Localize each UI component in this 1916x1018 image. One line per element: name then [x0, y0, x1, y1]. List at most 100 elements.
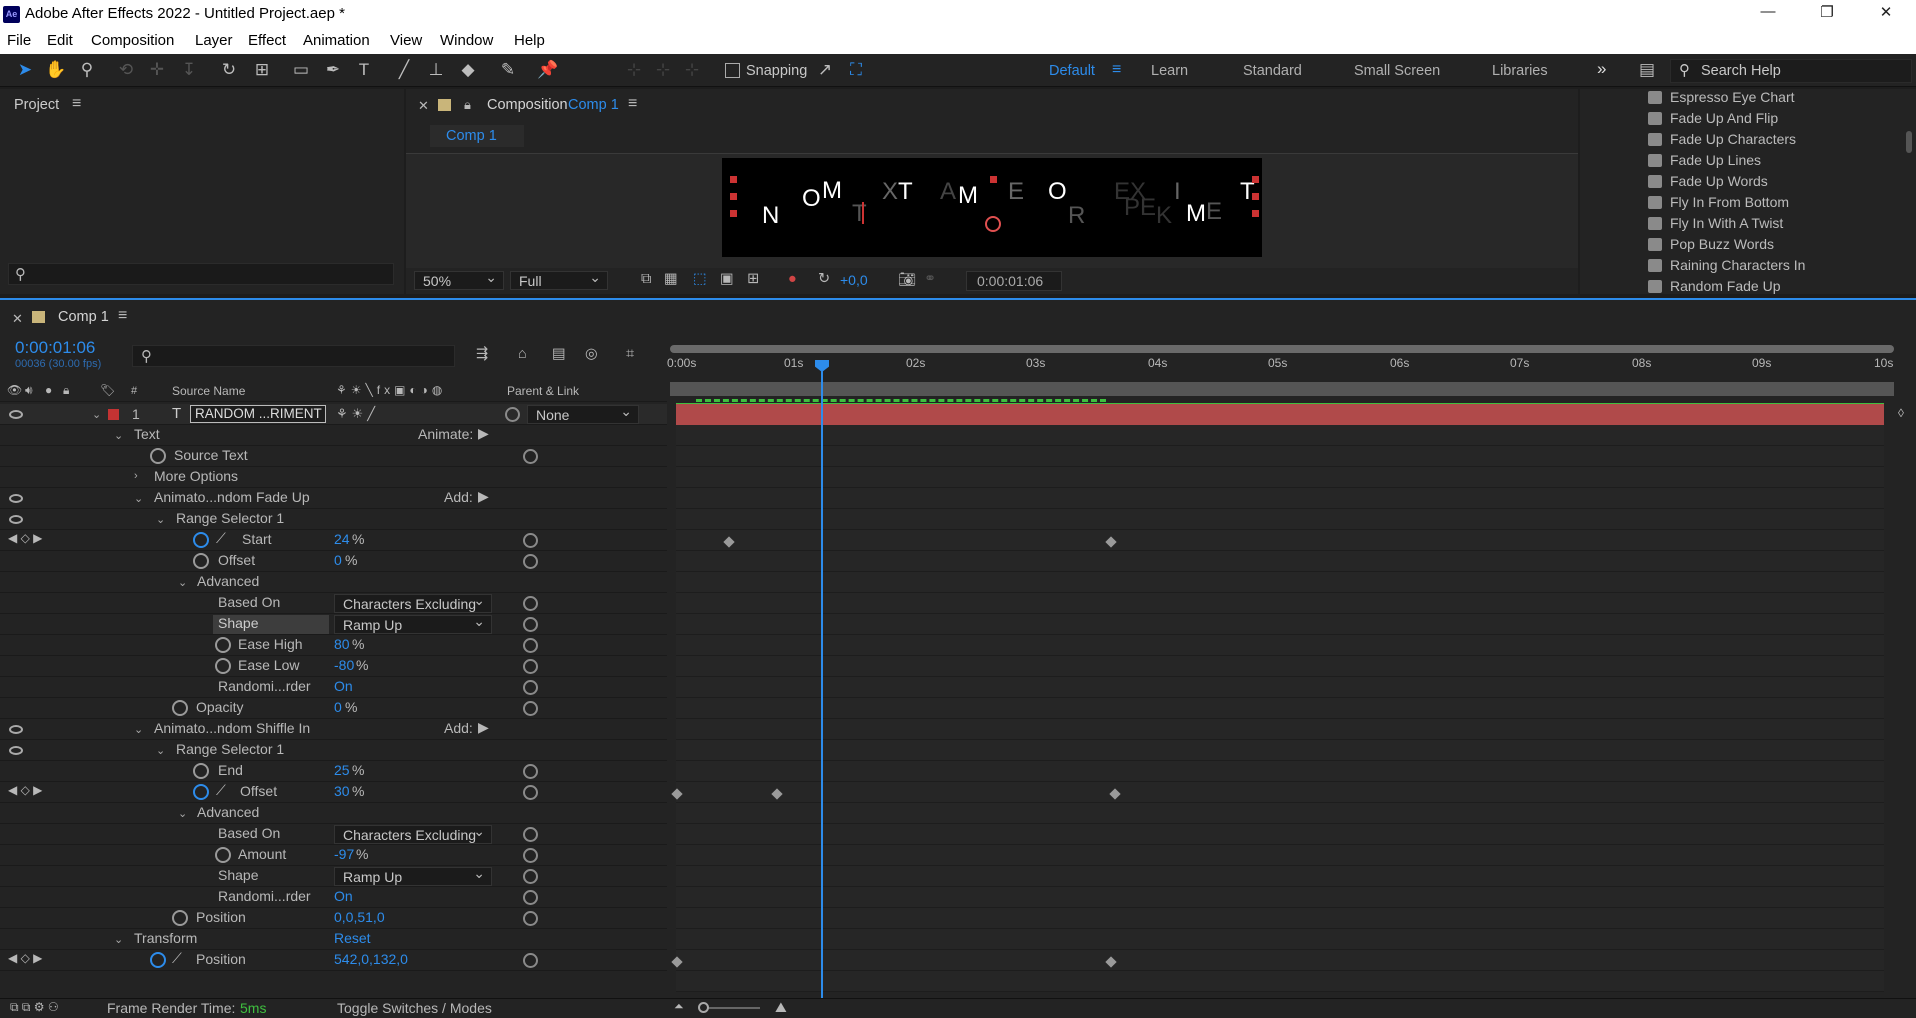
track-row[interactable]: [676, 509, 1884, 530]
project-panel-menu-icon[interactable]: ≡: [72, 95, 81, 113]
track-row[interactable]: [676, 551, 1884, 572]
exposure-value[interactable]: +0,0: [840, 272, 868, 288]
pick-whip-icon[interactable]: [523, 953, 538, 968]
snapping-checkbox[interactable]: [725, 63, 740, 78]
track-row[interactable]: [676, 614, 1884, 635]
stopwatch-icon[interactable]: [215, 847, 231, 863]
workspace-learn[interactable]: Learn: [1151, 63, 1188, 79]
workspace-small-screen[interactable]: Small Screen: [1354, 63, 1440, 79]
based-on-dropdown[interactable]: Characters Excluding: [334, 592, 492, 613]
pick-whip-icon[interactable]: [523, 617, 538, 632]
timeline-search-input[interactable]: ⚲: [132, 345, 455, 367]
preset-item[interactable]: Fade Up And Flip: [1647, 110, 1778, 126]
snapshot-camera-icon[interactable]: 📷︎: [898, 271, 916, 288]
expand-chevron[interactable]: ⌄: [156, 744, 165, 757]
rectangle-tool-icon[interactable]: ▭: [290, 59, 312, 81]
offset-value[interactable]: 30: [334, 783, 350, 799]
snap-target-icon[interactable]: ⛶: [845, 59, 867, 81]
pick-whip-icon[interactable]: [523, 848, 538, 863]
track-row[interactable]: [676, 887, 1884, 908]
brush-tool-icon[interactable]: ╱: [393, 59, 415, 81]
pick-whip-icon[interactable]: [523, 911, 538, 926]
stopwatch-icon[interactable]: [215, 658, 231, 674]
puppet-pin-tool-icon[interactable]: 📌: [537, 59, 559, 81]
hand-tool-icon[interactable]: ✋: [45, 59, 67, 81]
stopwatch-icon[interactable]: [193, 763, 209, 779]
ease-high-value[interactable]: 80: [334, 636, 350, 652]
eraser-tool-icon[interactable]: ◆: [457, 59, 479, 81]
ease-low-value[interactable]: -80: [334, 657, 354, 673]
mask-visibility-icon[interactable]: ⬚: [693, 271, 707, 287]
stopwatch-icon[interactable]: [150, 448, 166, 464]
graph-editor-icon[interactable]: ⌗: [626, 346, 634, 362]
toggle-switches-modes[interactable]: Toggle Switches / Modes: [337, 1000, 492, 1016]
expand-chevron[interactable]: ⌄: [156, 513, 165, 526]
bounding-handle[interactable]: [990, 176, 997, 183]
show-snapshot-icon[interactable]: ⚭: [924, 271, 936, 287]
stopwatch-icon[interactable]: [172, 910, 188, 926]
expand-chevron[interactable]: ›: [134, 470, 138, 482]
work-area-bar[interactable]: [670, 382, 1894, 396]
workspace-libraries[interactable]: Libraries: [1492, 63, 1548, 79]
search-help-input[interactable]: ⚲ Search Help: [1670, 59, 1912, 83]
video-visibility-icon[interactable]: 👁︎: [7, 383, 22, 397]
expand-chevron[interactable]: ⌄: [114, 933, 123, 946]
visibility-eye-icon[interactable]: [9, 494, 23, 503]
composition-menu-icon[interactable]: ≡: [628, 95, 637, 113]
magnification-dropdown[interactable]: 50%: [414, 269, 504, 290]
add-play-icon[interactable]: ▶: [478, 488, 489, 505]
project-search-input[interactable]: ⚲: [8, 263, 394, 285]
pan-behind-tool-icon[interactable]: ⊞: [251, 59, 273, 81]
transform-reset-link[interactable]: Reset: [334, 930, 371, 946]
zoom-in-icon[interactable]: ⛰: [775, 999, 787, 1016]
expand-chevron[interactable]: ⌄: [134, 723, 143, 736]
view-axis-icon[interactable]: ⊹: [681, 59, 703, 81]
minimize-button[interactable]: —: [1748, 3, 1788, 25]
preset-item[interactable]: Raining Characters In: [1647, 257, 1805, 273]
track-row[interactable]: [676, 656, 1884, 677]
track-row[interactable]: [676, 950, 1884, 971]
bounding-handle[interactable]: [1252, 176, 1259, 183]
time-navigator[interactable]: [670, 345, 1894, 353]
menu-window[interactable]: Window: [440, 32, 493, 49]
end-value[interactable]: 25: [334, 762, 350, 778]
track-row[interactable]: [676, 446, 1884, 467]
project-panel-title[interactable]: Project: [14, 97, 59, 113]
fast-preview-icon[interactable]: ⧉: [641, 271, 651, 287]
pick-whip-icon[interactable]: [523, 785, 538, 800]
track-row[interactable]: [676, 635, 1884, 656]
track-row[interactable]: [676, 593, 1884, 614]
roto-brush-tool-icon[interactable]: ✎: [497, 59, 519, 81]
track-row[interactable]: [676, 698, 1884, 719]
transparency-grid-icon[interactable]: ▦: [664, 271, 678, 287]
shape-dropdown[interactable]: Ramp Up: [334, 613, 492, 634]
track-row[interactable]: [676, 425, 1884, 446]
label-column-icon[interactable]: 🏷︎: [100, 383, 115, 397]
dolly-camera-icon[interactable]: ↧: [178, 59, 200, 81]
add-play-icon[interactable]: ▶: [478, 719, 489, 736]
layer-label-color[interactable]: [108, 409, 119, 420]
time-ruler[interactable]: 0:00s 01s 02s 03s 04s 05s 06s 07s 08s 09…: [667, 356, 1894, 378]
track-row[interactable]: [676, 719, 1884, 740]
based-on-dropdown[interactable]: Characters Excluding: [334, 823, 492, 844]
track-row[interactable]: [676, 866, 1884, 887]
track-row[interactable]: [676, 467, 1884, 488]
track-row[interactable]: [676, 971, 1884, 992]
menu-view[interactable]: View: [390, 32, 422, 49]
pick-whip-icon[interactable]: [523, 596, 538, 611]
expand-chevron[interactable]: ⌄: [134, 492, 143, 505]
current-time-field[interactable]: 0:00:01:06: [966, 271, 1062, 291]
close-timeline-icon[interactable]: ✕: [12, 311, 23, 327]
pick-whip-icon[interactable]: [523, 680, 538, 695]
layer-name-field[interactable]: RANDOM ...RIMENT: [190, 405, 326, 423]
track-row[interactable]: [676, 677, 1884, 698]
playhead-line[interactable]: [821, 370, 823, 998]
zoom-slider-thumb[interactable]: [698, 1002, 709, 1013]
preset-item[interactable]: Fade Up Characters: [1647, 131, 1796, 147]
visibility-eye-icon[interactable]: [9, 746, 23, 755]
preset-item[interactable]: Fly In From Bottom: [1647, 194, 1789, 210]
pick-whip-icon[interactable]: [523, 449, 538, 464]
composition-flowchart-icon[interactable]: ⇶: [476, 346, 488, 362]
expand-chevron[interactable]: ⌄: [178, 807, 187, 820]
pick-whip-icon[interactable]: [523, 890, 538, 905]
